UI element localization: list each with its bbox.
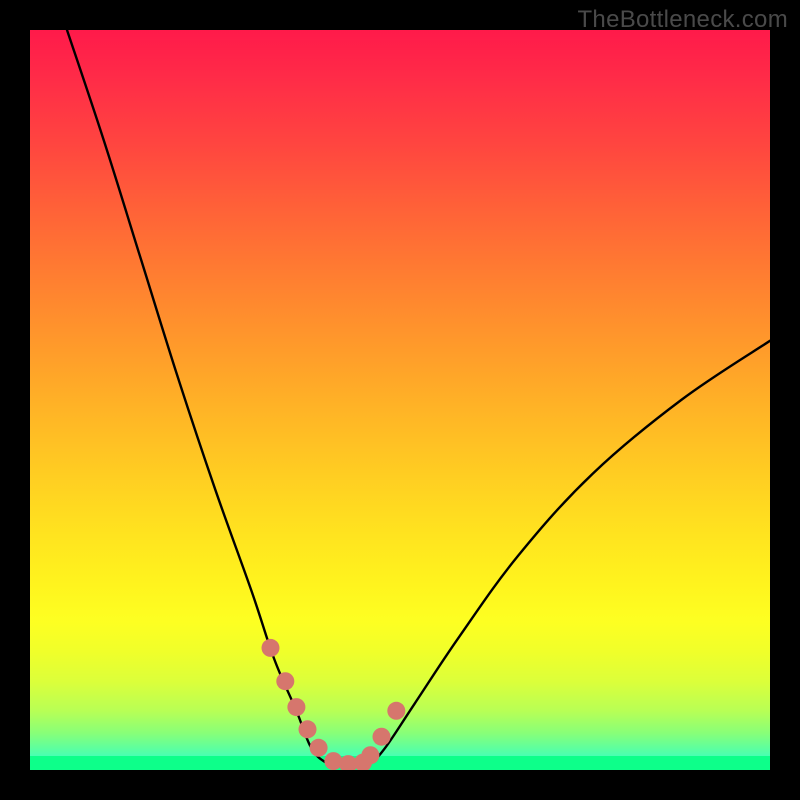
curve-marker — [387, 702, 405, 720]
bottleneck-curve-path — [67, 30, 770, 767]
curve-marker — [361, 746, 379, 764]
watermark-text: TheBottleneck.com — [577, 6, 788, 34]
bottleneck-curve-svg — [30, 30, 770, 770]
curve-marker — [276, 672, 294, 690]
curve-marker — [310, 739, 328, 757]
curve-marker — [373, 728, 391, 746]
curve-marker — [324, 752, 342, 770]
curve-marker — [262, 639, 280, 657]
chart-plot-area — [30, 30, 770, 770]
curve-marker — [287, 698, 305, 716]
curve-marker — [299, 720, 317, 738]
